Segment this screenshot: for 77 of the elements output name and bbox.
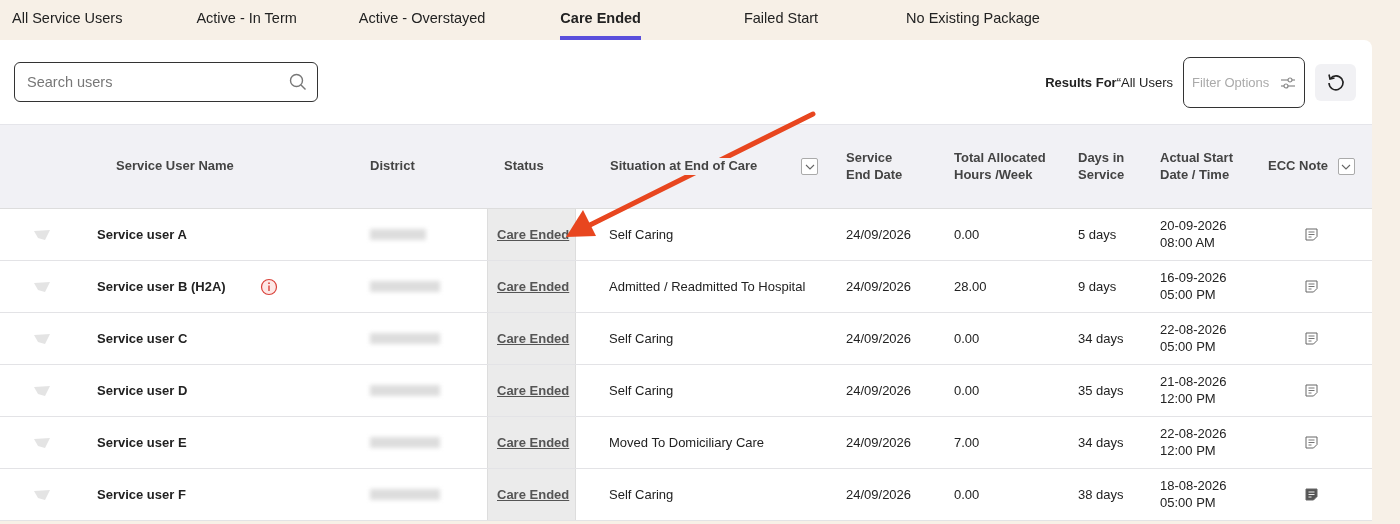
note-icon[interactable] bbox=[1305, 488, 1318, 501]
table-cell: Self Caring bbox=[609, 383, 674, 398]
table-cell: 28.00 bbox=[954, 279, 987, 294]
table-cell: 24/09/2026 bbox=[846, 383, 912, 398]
column-header: Situation at End of Care bbox=[610, 158, 758, 175]
chevron-down-icon bbox=[1341, 163, 1352, 170]
results-for-label: Results For“All Users bbox=[1045, 74, 1173, 90]
tab[interactable]: Failed Start bbox=[743, 0, 819, 40]
date-text: 22-08-2026 bbox=[1160, 321, 1227, 339]
service-user-name: Service user D bbox=[97, 383, 189, 398]
date-text: 21-08-2026 bbox=[1160, 373, 1227, 391]
search-field[interactable]: Search users bbox=[14, 62, 318, 102]
search-icon bbox=[289, 73, 307, 91]
redacted-text bbox=[370, 489, 440, 500]
row-marker-icon bbox=[34, 229, 50, 240]
service-user-name: Service user C bbox=[97, 331, 189, 346]
column-menu-button[interactable] bbox=[1337, 158, 1355, 175]
table-cell: 0.00 bbox=[954, 383, 980, 398]
service-user-name: Service user F bbox=[97, 487, 187, 502]
table-cell: 24/09/2026 bbox=[846, 227, 912, 242]
service-user-name: Service user E bbox=[97, 435, 188, 450]
time-text: 08:00 AM bbox=[1160, 234, 1215, 252]
time-text: 05:00 PM bbox=[1160, 286, 1216, 304]
redacted-text bbox=[370, 333, 440, 344]
tab[interactable]: Active - Overstayed bbox=[358, 0, 486, 40]
date-text: 18-08-2026 bbox=[1160, 477, 1227, 495]
chevron-down-icon bbox=[804, 163, 815, 170]
table-cell: 24/09/2026 bbox=[846, 331, 912, 346]
service-user-name: Service user A bbox=[97, 227, 188, 242]
redacted-text bbox=[370, 281, 440, 292]
table-cell: Self Caring bbox=[609, 227, 674, 242]
table-cell: 9 days bbox=[1078, 279, 1117, 294]
table-cell: 0.00 bbox=[954, 487, 980, 502]
note-icon[interactable] bbox=[1305, 280, 1318, 293]
table-cell: 24/09/2026 bbox=[846, 279, 912, 294]
tab[interactable]: All Service Users bbox=[12, 0, 123, 40]
table-cell: 5 days bbox=[1078, 227, 1117, 242]
table-cell: 7.00 bbox=[954, 435, 980, 450]
table-cell: 35 days bbox=[1078, 383, 1124, 398]
row-marker-icon bbox=[34, 437, 50, 448]
filter-options-field[interactable]: Filter Options bbox=[1183, 56, 1305, 108]
column-menu-button[interactable] bbox=[801, 158, 819, 175]
redacted-text bbox=[370, 437, 440, 448]
tab[interactable]: Active - In Term bbox=[196, 0, 297, 40]
undo-icon bbox=[1325, 72, 1346, 92]
date-text: 20-09-2026 bbox=[1160, 217, 1227, 235]
row-marker-icon bbox=[34, 385, 50, 396]
row-marker-icon bbox=[34, 281, 50, 292]
note-icon[interactable] bbox=[1305, 228, 1318, 241]
tab[interactable]: No Existing Package bbox=[906, 0, 1040, 40]
note-icon[interactable] bbox=[1305, 436, 1318, 449]
note-icon[interactable] bbox=[1305, 332, 1318, 345]
table-cell: Admitted / Readmitted To Hospital bbox=[609, 279, 806, 294]
table-cell: Self Caring bbox=[609, 331, 674, 346]
time-text: 12:00 PM bbox=[1160, 442, 1216, 460]
table-cell: 0.00 bbox=[954, 227, 980, 242]
note-icon[interactable] bbox=[1305, 384, 1318, 397]
row-marker-icon bbox=[34, 333, 50, 344]
time-text: 05:00 PM bbox=[1160, 338, 1216, 356]
date-text: 16-09-2026 bbox=[1160, 269, 1227, 287]
table-cell: 38 days bbox=[1078, 487, 1124, 502]
table-cell: Moved To Domiciliary Care bbox=[609, 435, 765, 450]
table-cell: Self Caring bbox=[609, 487, 674, 502]
table-cell: 34 days bbox=[1078, 435, 1124, 450]
reset-button[interactable] bbox=[1315, 63, 1356, 101]
time-text: 05:00 PM bbox=[1160, 494, 1216, 512]
service-user-name: Service user B (H2A) bbox=[97, 279, 227, 294]
redacted-text bbox=[370, 385, 440, 396]
sliders-icon bbox=[1281, 76, 1295, 89]
redacted-text bbox=[370, 229, 426, 240]
table-cell: 24/09/2026 bbox=[846, 487, 912, 502]
date-text: 22-08-2026 bbox=[1160, 425, 1227, 443]
table-cell: 34 days bbox=[1078, 331, 1124, 346]
table-cell: 24/09/2026 bbox=[846, 435, 912, 450]
row-marker-icon bbox=[34, 489, 50, 500]
table-cell: 0.00 bbox=[954, 331, 980, 346]
time-text: 12:00 PM bbox=[1160, 390, 1216, 408]
